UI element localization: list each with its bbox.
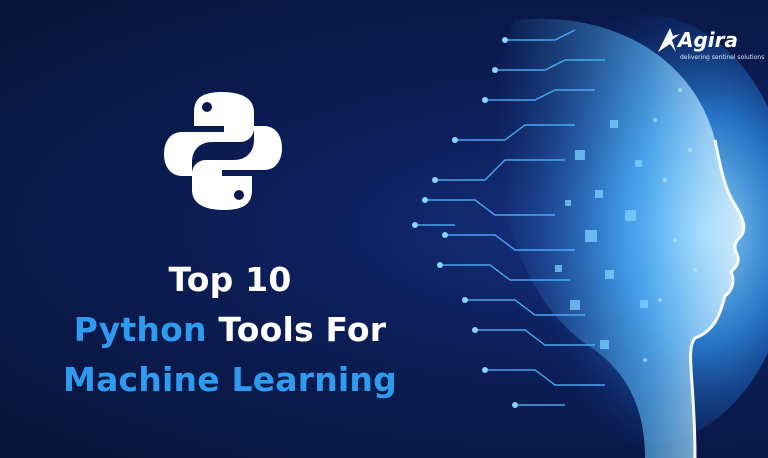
headline: Top 10 Python Tools For Machine Learning [40, 255, 420, 405]
headline-line-1: Top 10 [168, 260, 292, 299]
headline-accent-python: Python [73, 310, 207, 349]
banner: Top 10 Python Tools For Machine Learning [0, 0, 768, 458]
python-logo-icon [164, 92, 282, 210]
headline-line-2: Python Tools For [40, 305, 420, 355]
brand-tagline: delivering sentinel solutions [680, 54, 765, 61]
headline-line-3: Machine Learning [63, 360, 397, 399]
brand-name: Agira [678, 28, 739, 52]
brand-logo[interactable]: Agira delivering sentinel solutions [650, 26, 764, 70]
headline-line-2-rest: Tools For [206, 310, 387, 349]
